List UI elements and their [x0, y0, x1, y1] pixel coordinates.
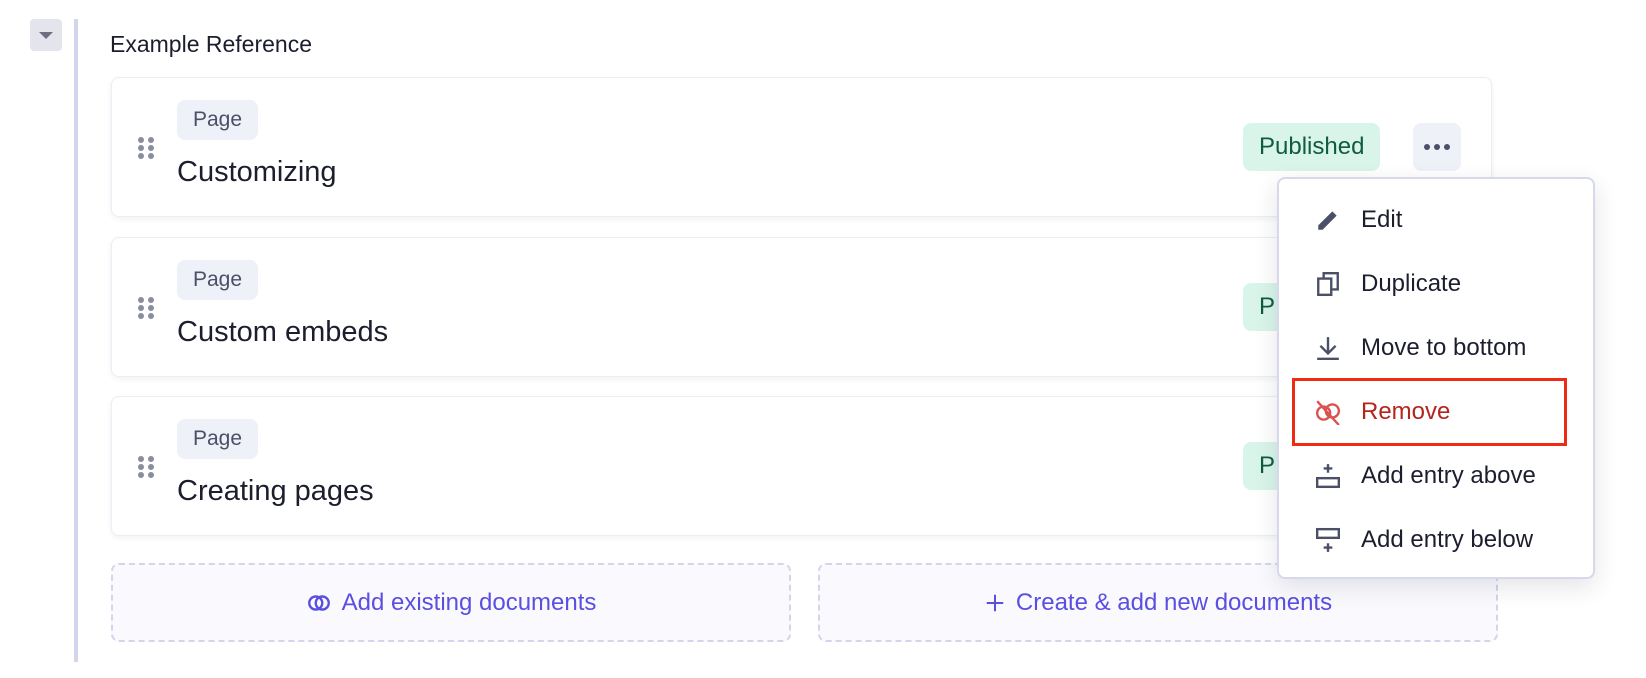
pencil-icon	[1318, 211, 1337, 230]
type-badge: Page	[177, 100, 259, 140]
add-below-icon	[1315, 527, 1341, 552]
drag-handle-icon[interactable]	[138, 456, 154, 478]
more-options-button[interactable]	[1413, 123, 1461, 171]
link-icon	[307, 594, 330, 611]
arrow-down-to-line-icon	[1317, 337, 1339, 361]
menu-item-label: Duplicate	[1361, 270, 1462, 297]
card-title: Creating pages	[177, 475, 374, 507]
card-title: Customizing	[177, 156, 337, 188]
menu-item-label: Move to bottom	[1361, 334, 1527, 361]
plus-icon	[986, 594, 1004, 611]
section-guide-line	[74, 19, 78, 662]
section-title: Example Reference	[110, 31, 312, 57]
drag-handle-icon[interactable]	[138, 297, 154, 319]
type-badge: Page	[177, 419, 259, 459]
context-menu: Edit Duplicate Move to bottom Remove Add…	[1277, 177, 1595, 579]
highlight-box	[1292, 378, 1567, 446]
status-badge: Published	[1243, 123, 1381, 171]
create-new-label: Create & add new documents	[1015, 588, 1333, 616]
menu-item-edit[interactable]: Edit	[1279, 188, 1593, 252]
menu-item-label: Add entry above	[1361, 462, 1536, 489]
menu-item-duplicate[interactable]: Duplicate	[1279, 252, 1593, 316]
drag-handle-icon[interactable]	[138, 137, 154, 159]
add-existing-documents-button[interactable]: Add existing documents	[111, 563, 791, 642]
collapse-toggle-button[interactable]	[30, 19, 62, 51]
card-title: Custom embeds	[177, 316, 389, 348]
menu-item-add-entry-above[interactable]: Add entry above	[1279, 444, 1593, 508]
menu-item-move-to-bottom[interactable]: Move to bottom	[1279, 316, 1593, 380]
type-badge: Page	[177, 260, 259, 300]
menu-item-remove[interactable]: Remove	[1279, 378, 1593, 446]
menu-item-add-entry-below[interactable]: Add entry below	[1279, 508, 1593, 572]
add-existing-label: Add existing documents	[341, 588, 597, 616]
add-above-icon	[1315, 464, 1341, 489]
menu-item-label: Add entry below	[1361, 526, 1534, 553]
copy-icon	[1317, 271, 1339, 297]
menu-item-label: Edit	[1361, 206, 1403, 233]
